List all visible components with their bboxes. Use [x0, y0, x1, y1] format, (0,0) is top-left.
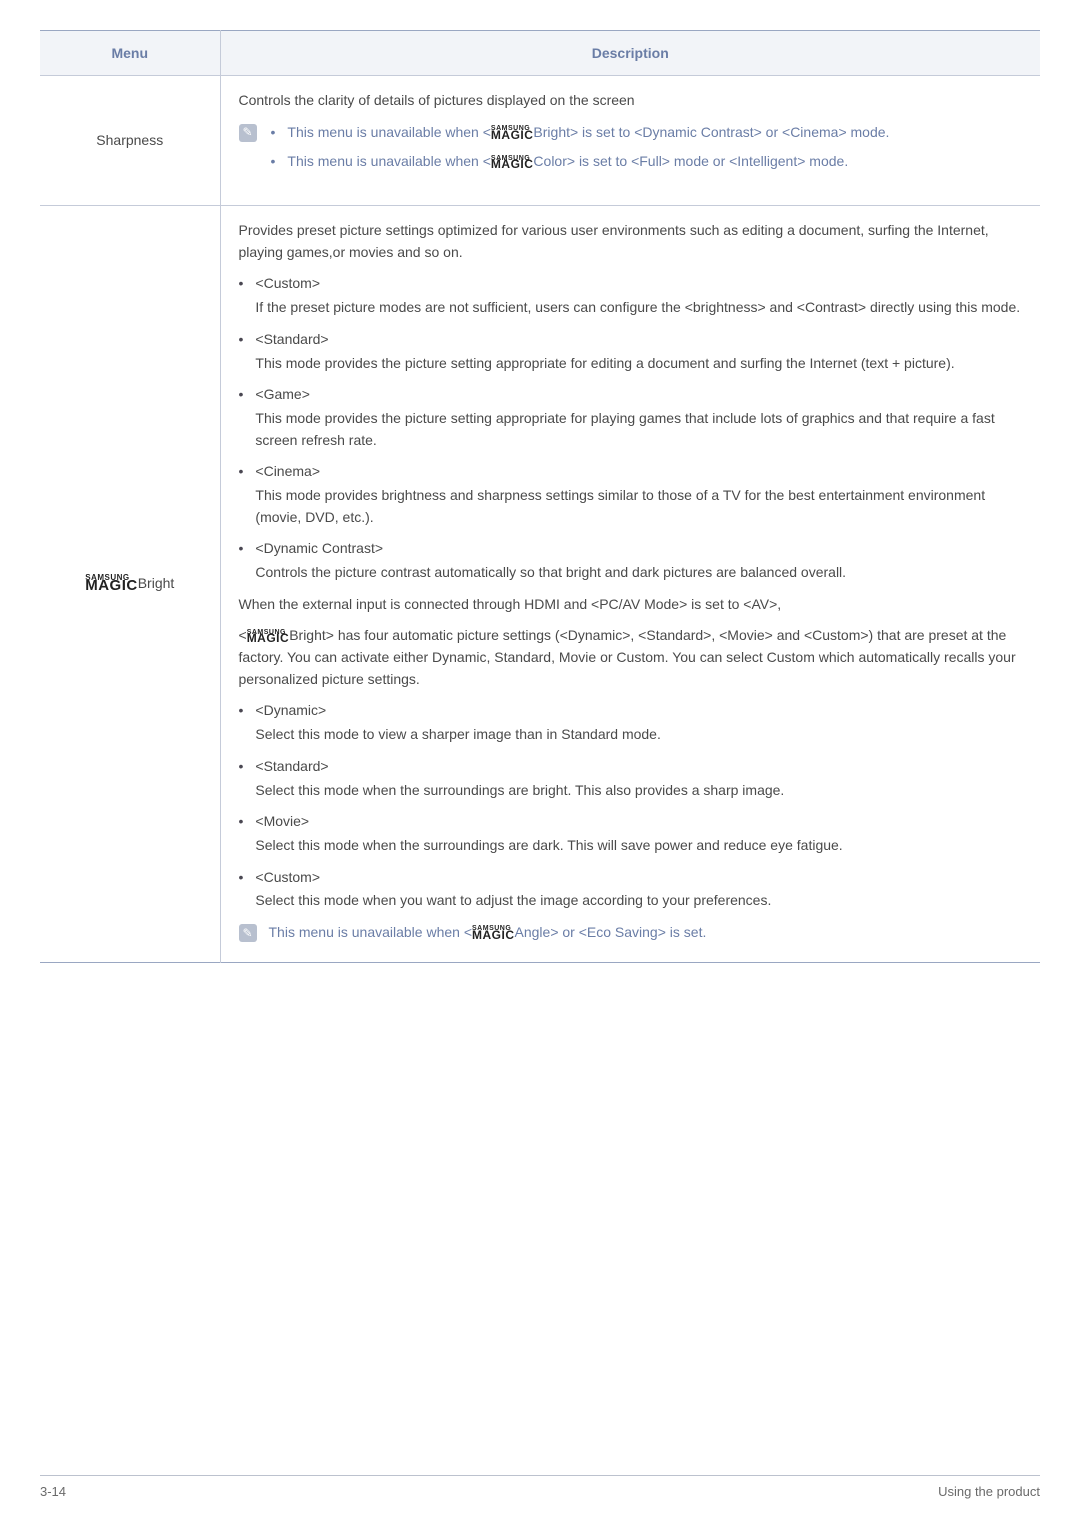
bullet-icon: •: [239, 811, 244, 856]
bullet-icon: •: [239, 273, 244, 318]
header-menu: Menu: [40, 31, 220, 76]
sharpness-intro: Controls the clarity of details of pictu…: [239, 90, 1023, 112]
list-item: • <Cinema>This mode provides brightness a…: [239, 461, 1023, 528]
mode-title: <Cinema>: [255, 461, 1022, 483]
bullet-icon: •: [239, 700, 244, 745]
note-text: This menu is unavailable when <SAMSUNGMA…: [269, 922, 707, 944]
note-item: • This menu is unavailable when <SAMSUNG…: [271, 122, 890, 144]
mode-body: Select this mode when the surroundings a…: [255, 780, 1022, 802]
list-item: • <Standard> This mode provides the pictu…: [239, 329, 1023, 374]
mode-list-2: • <Dynamic>Select this mode to view a sha…: [239, 700, 1023, 912]
bullet-icon: •: [239, 867, 244, 912]
mode-body: If the preset picture modes are not suff…: [255, 297, 1022, 319]
mode-title: <Custom>: [255, 867, 1022, 889]
description-cell-magic-bright: Provides preset picture settings optimiz…: [220, 206, 1040, 963]
bullet-icon: •: [239, 329, 244, 374]
note-icon: ✎: [239, 124, 257, 142]
bullet-icon: •: [239, 461, 244, 528]
list-item: • <Game>This mode provides the picture se…: [239, 384, 1023, 451]
list-item: • <Standard>Select this mode when the sur…: [239, 756, 1023, 801]
mode-title: <Dynamic Contrast>: [255, 538, 1022, 560]
mode-body: Select this mode when the surroundings a…: [255, 835, 1022, 857]
page-footer: 3-14 Using the product: [40, 1475, 1040, 1499]
note-block: ✎ • This menu is unavailable when <SAMSU…: [239, 122, 1023, 181]
mode-body: Controls the picture contrast automatica…: [255, 562, 1022, 584]
samsung-magic-logo: SAMSUNGMAGIC: [491, 126, 534, 140]
menu-label-sharpness: Sharpness: [40, 76, 220, 206]
mode-body: Select this mode to view a sharper image…: [255, 724, 1022, 746]
mode-title: <Standard>: [255, 756, 1022, 778]
bullet-icon: •: [239, 538, 244, 583]
samsung-magic-logo: SAMSUNGMAGIC: [247, 630, 290, 644]
note-text: This menu is unavailable when <SAMSUNGMA…: [287, 122, 889, 144]
footer-section-title: Using the product: [938, 1484, 1040, 1499]
note-text: This menu is unavailable when <SAMSUNGMA…: [287, 151, 848, 173]
magic-bright-intro: Provides preset picture settings optimiz…: [239, 220, 1023, 263]
mode-body: Select this mode when you want to adjust…: [255, 890, 1022, 912]
note-item: • This menu is unavailable when <SAMSUNG…: [271, 151, 890, 173]
note-icon: ✎: [239, 924, 257, 942]
page-number: 3-14: [40, 1484, 66, 1499]
note-inline: ✎ This menu is unavailable when <SAMSUNG…: [239, 922, 1023, 944]
bright-suffix: Bright: [138, 575, 175, 591]
mid-para-1: When the external input is connected thr…: [239, 594, 1023, 616]
list-item: • <Custom>Select this mode when you want …: [239, 867, 1023, 912]
mode-title: <Dynamic>: [255, 700, 1022, 722]
header-description: Description: [220, 31, 1040, 76]
mode-title: <Movie>: [255, 811, 1022, 833]
bullet-icon: •: [239, 756, 244, 801]
table-header-row: Menu Description: [40, 31, 1040, 76]
bullet-icon: •: [239, 384, 244, 451]
samsung-magic-logo: SAMSUNGMAGIC: [491, 156, 534, 170]
settings-table: Menu Description Sharpness Controls the …: [40, 30, 1040, 963]
list-item: • <Dynamic>Select this mode to view a sha…: [239, 700, 1023, 745]
mode-list-1: • <Custom>If the preset picture modes are…: [239, 273, 1023, 583]
table-row: Sharpness Controls the clarity of detail…: [40, 76, 1040, 206]
mid-para-2: <SAMSUNGMAGICBright> has four automatic …: [239, 625, 1023, 690]
description-cell-sharpness: Controls the clarity of details of pictu…: [220, 76, 1040, 206]
mode-title: <Custom>: [255, 273, 1022, 295]
mode-body: This mode provides brightness and sharpn…: [255, 485, 1022, 528]
note-list: • This menu is unavailable when <SAMSUNG…: [271, 122, 890, 181]
mode-body: This mode provides the picture setting a…: [255, 408, 1022, 451]
menu-label-magic-bright: SAMSUNGMAGICBright: [40, 206, 220, 963]
samsung-magic-logo: SAMSUNGMAGIC: [85, 575, 138, 592]
mode-title: <Game>: [255, 384, 1022, 406]
mode-body: This mode provides the picture setting a…: [255, 353, 1022, 375]
list-item: • <Movie>Select this mode when the surrou…: [239, 811, 1023, 856]
bullet-icon: •: [271, 122, 276, 144]
samsung-magic-logo: SAMSUNGMAGIC: [472, 926, 515, 940]
list-item: • <Custom>If the preset picture modes are…: [239, 273, 1023, 318]
mode-title: <Standard>: [255, 329, 1022, 351]
bullet-icon: •: [271, 151, 276, 173]
list-item: • <Dynamic Contrast>Controls the picture …: [239, 538, 1023, 583]
table-row: SAMSUNGMAGICBright Provides preset pictu…: [40, 206, 1040, 963]
